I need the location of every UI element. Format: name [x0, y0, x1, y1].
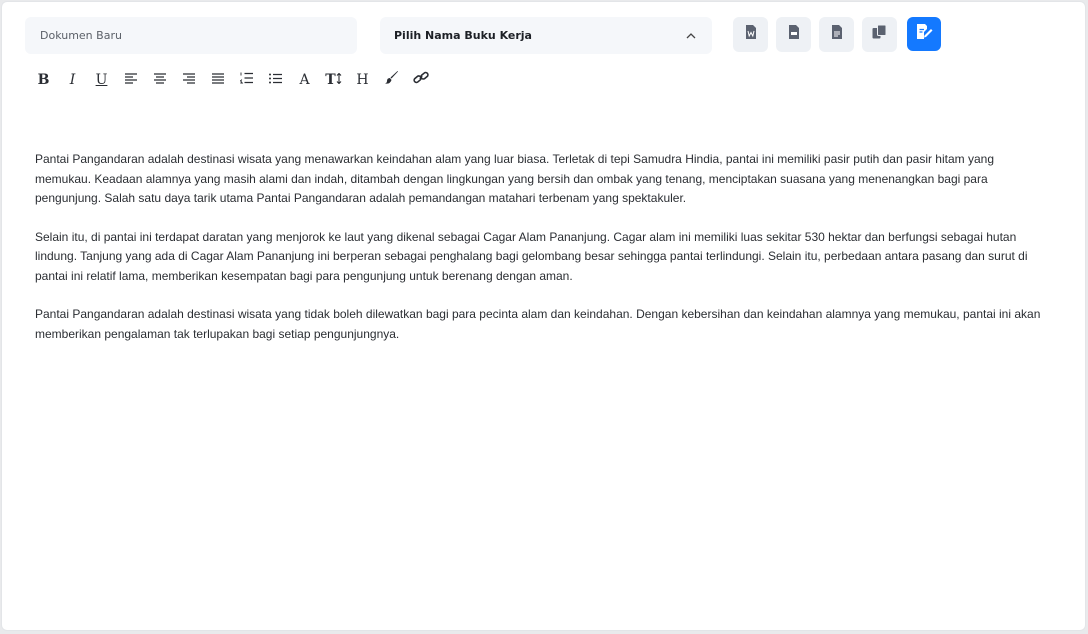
align-justify-icon [211, 71, 224, 89]
font-color-label: A [299, 72, 310, 88]
workbook-select[interactable]: Pilih Nama Buku Kerja [380, 17, 712, 54]
ordered-list-button[interactable] [232, 68, 261, 92]
copy-icon [872, 24, 887, 44]
heading-label: H [356, 72, 369, 88]
link-icon [412, 71, 429, 89]
underline-button[interactable]: U [87, 68, 116, 92]
paint-brush-button[interactable] [377, 68, 406, 92]
font-color-button[interactable]: A [290, 68, 319, 92]
chevron-up-icon [684, 29, 698, 43]
save-file-icon [916, 24, 933, 44]
document-content[interactable]: Pantai Pangandaran adalah destinasi wisa… [35, 150, 1053, 363]
paragraph: Selain itu, di pantai ini terdapat darat… [35, 229, 1028, 283]
formatting-toolbar: B I U A T H [29, 68, 435, 92]
insert-link-button[interactable] [406, 68, 435, 92]
align-left-button[interactable] [116, 68, 145, 92]
export-text-button[interactable] [819, 17, 854, 52]
workbook-select-label: Pilih Nama Buku Kerja [394, 29, 532, 42]
align-center-icon [153, 71, 166, 89]
italic-label: I [69, 72, 76, 88]
text-file-icon [831, 25, 843, 44]
paragraph: Pantai Pangandaran adalah destinasi wisa… [35, 152, 995, 205]
font-size-label: T [325, 72, 336, 88]
align-right-button[interactable] [174, 68, 203, 92]
copy-button[interactable] [862, 17, 897, 52]
paragraph: Pantai Pangandaran adalah destinasi wisa… [35, 307, 1041, 341]
bold-label: B [37, 72, 50, 88]
pdf-file-icon [788, 25, 800, 44]
font-size-button[interactable]: T [319, 68, 348, 92]
heading-button[interactable]: H [348, 68, 377, 92]
align-right-icon [182, 71, 195, 89]
bullet-list-button[interactable] [261, 68, 290, 92]
align-justify-button[interactable] [203, 68, 232, 92]
align-center-button[interactable] [145, 68, 174, 92]
paint-brush-icon [384, 71, 399, 89]
export-pdf-button[interactable] [776, 17, 811, 52]
word-file-icon [745, 25, 757, 44]
italic-button[interactable]: I [58, 68, 87, 92]
editor-card: Pilih Nama Buku Kerja B I [1, 1, 1086, 631]
document-name-input[interactable] [25, 17, 357, 54]
ordered-list-icon [239, 71, 253, 89]
arrows-vertical-icon [336, 71, 342, 89]
bullet-list-icon [269, 71, 282, 89]
underline-label: U [95, 72, 108, 88]
export-word-button[interactable] [733, 17, 768, 52]
save-button[interactable] [907, 17, 941, 51]
bold-button[interactable]: B [29, 68, 58, 92]
align-left-icon [124, 71, 137, 89]
